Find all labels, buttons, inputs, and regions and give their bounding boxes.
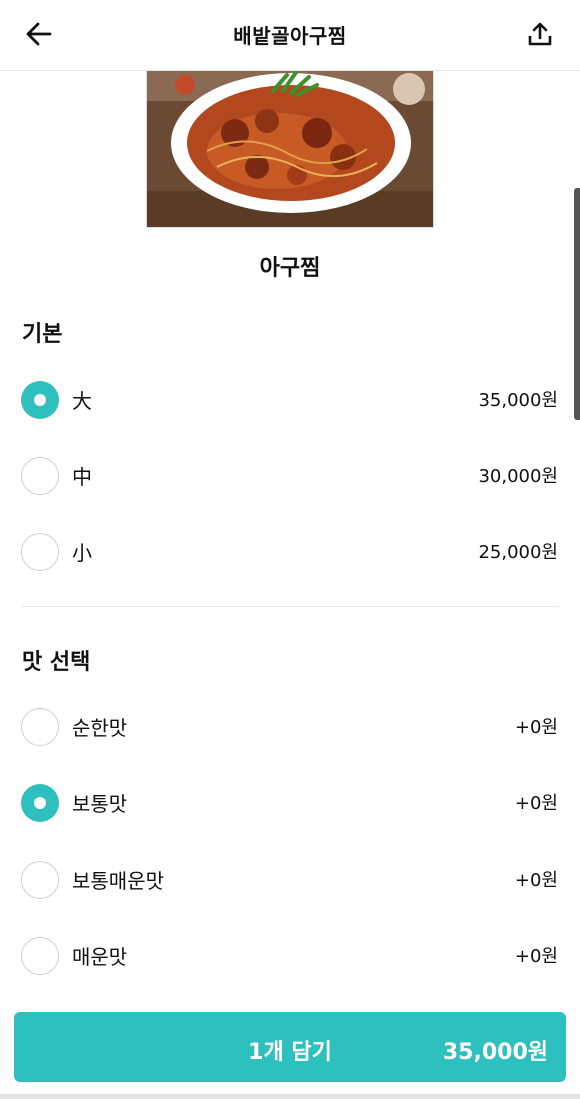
option-row-large[interactable]: 大 35,000원 [0,371,580,431]
option-row-medium-spicy[interactable]: 보통매운맛 +0원 [0,851,580,911]
section-title-basic: 기본 [22,322,63,347]
option-row-medium[interactable]: 中 30,000원 [0,447,580,507]
option-row-spicy[interactable]: 매운맛 +0원 [0,927,580,987]
share-upload-icon [528,22,552,46]
option-price: 25,000원 [478,542,558,563]
option-row-small[interactable]: 小 25,000원 [0,523,580,583]
option-label: 순한맛 [72,716,128,740]
radio-button[interactable] [21,861,59,899]
option-label: 보통맛 [72,792,128,816]
option-label: 大 [72,389,92,413]
page-title: 배밭골아구찜 [233,24,347,48]
menu-name: 아구찜 [259,256,321,281]
top-app-bar: 배밭골아구찜 [0,0,580,71]
radio-button[interactable] [21,457,59,495]
radio-button[interactable] [21,937,59,975]
option-price: 35,000원 [478,390,558,411]
radio-button[interactable] [21,708,59,746]
share-button[interactable] [520,15,560,53]
option-price: +0원 [514,793,558,814]
option-label: 小 [72,541,92,565]
radio-button[interactable] [21,533,59,571]
option-label: 中 [72,465,92,489]
add-to-cart-button[interactable]: 1개 담기 35,000원 [14,1012,566,1082]
section-title-taste: 맛 선택 [22,650,91,675]
option-price: +0원 [514,870,558,891]
option-price: 30,000원 [478,466,558,487]
menu-photo [146,70,434,228]
radio-button[interactable] [21,784,59,822]
cart-button-price: 35,000원 [442,1040,548,1065]
section-divider [22,606,558,607]
option-label: 보통매운맛 [72,869,164,893]
option-row-mild[interactable]: 순한맛 +0원 [0,698,580,758]
option-label: 매운맛 [72,945,128,969]
option-price: +0원 [514,717,558,738]
bottom-edge [0,1094,580,1099]
option-price: +0원 [514,946,558,967]
option-row-regular[interactable]: 보통맛 +0원 [0,774,580,834]
radio-button[interactable] [21,381,59,419]
